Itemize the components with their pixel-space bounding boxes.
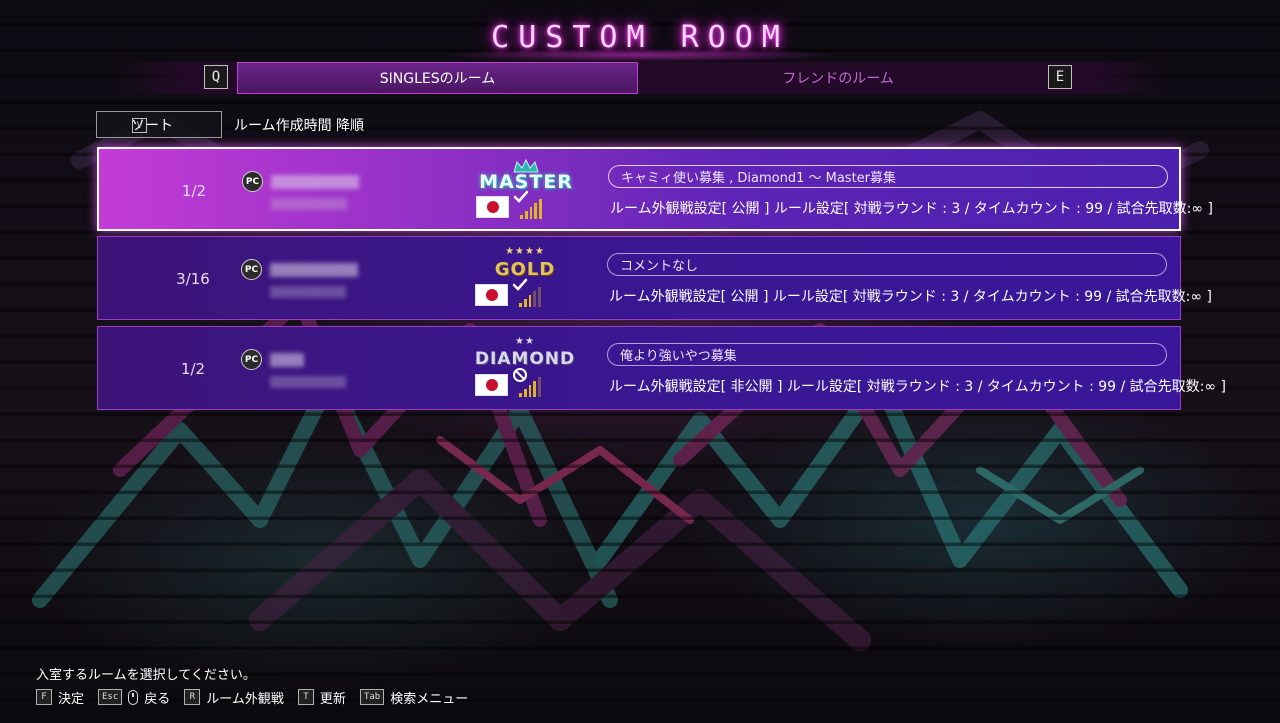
refresh-label: 更新 — [319, 691, 346, 707]
pc-platform-icon: PC — [241, 349, 262, 370]
spectate-label: ルーム外観戦 — [206, 691, 284, 707]
japan-flag-icon — [476, 196, 509, 218]
prev-tab-key[interactable]: Q — [204, 65, 228, 89]
blurred-player-name — [270, 263, 358, 277]
blurred-player-id — [270, 286, 346, 298]
signal-strength-icon — [520, 199, 542, 219]
blurred-player-name — [270, 353, 304, 367]
sort-key: V — [132, 118, 147, 133]
room-comment: コメントなし — [607, 253, 1167, 276]
rank-stars: ★★★★ — [505, 246, 545, 257]
back-label: 戻る — [144, 691, 171, 707]
search-menu-label: 検索メニュー — [390, 691, 469, 707]
player-count: 3/16 — [176, 270, 210, 288]
blurred-player-id — [270, 376, 346, 388]
sort-button[interactable]: ソート — [96, 111, 222, 138]
confirm-label: 決定 — [58, 691, 85, 707]
sort-value: ルーム作成時間 降順 — [234, 118, 365, 134]
mouse-icon — [128, 689, 139, 705]
player-count: 1/2 — [181, 182, 207, 200]
player-count: 1/2 — [180, 360, 206, 378]
signal-strength-icon — [519, 287, 541, 307]
footer-controls: F 決定 Esc 戻る R ルーム外観戦 T 更新 Tab 検索メニュー — [36, 687, 482, 707]
footer-hint: 入室するルームを選択してください。 — [36, 668, 256, 683]
back-control[interactable]: Esc 戻る — [98, 688, 170, 707]
search-menu-key: Tab — [359, 689, 385, 705]
back-key: Esc — [98, 689, 123, 705]
title-glow — [440, 48, 840, 62]
spectate-control[interactable]: R ルーム外観戦 — [184, 688, 284, 707]
blurred-player-id — [271, 198, 347, 210]
tab-friend-rooms[interactable]: フレンドのルーム — [638, 62, 1038, 94]
confirm-control[interactable]: F 決定 — [36, 688, 84, 707]
rank-stars: ★★ — [515, 336, 535, 347]
room-comment: キャミィ使い募集 , Diamond1 ～ Master募集 — [608, 165, 1168, 188]
refresh-control[interactable]: T 更新 — [297, 688, 346, 707]
blurred-player-name — [271, 175, 359, 189]
room-settings: ルーム外観戦設定[ 非公開 ] ルール設定[ 対戦ラウンド : 3 / タイムカ… — [609, 379, 1226, 395]
confirm-key: F — [36, 689, 52, 705]
room-settings: ルーム外観戦設定[ 公開 ] ルール設定[ 対戦ラウンド : 3 / タイムカウ… — [610, 201, 1213, 217]
japan-flag-icon — [475, 374, 508, 396]
search-menu-control[interactable]: Tab 検索メニュー — [359, 688, 469, 707]
room-row[interactable]: 1/2 PC MASTER キャミィ使い募集 , Diamond1 ～ Mast… — [97, 147, 1213, 231]
room-comment: 俺より強いやつ募集 — [607, 343, 1167, 366]
signal-strength-icon — [519, 377, 541, 397]
tab-singles-rooms[interactable]: SINGLESのルーム — [237, 62, 638, 94]
rank-badge: DIAMOND — [474, 349, 576, 369]
pc-platform-icon: PC — [241, 259, 262, 280]
refresh-key: T — [297, 689, 314, 705]
spectate-key: R — [184, 689, 201, 705]
next-tab-key[interactable]: E — [1048, 65, 1072, 89]
room-settings: ルーム外観戦設定[ 公開 ] ルール設定[ 対戦ラウンド : 3 / タイムカウ… — [609, 289, 1212, 305]
room-row[interactable]: 1/2 PC ★★ DIAMOND 俺より強いやつ募集 ルーム外観戦設定[ 非公… — [97, 326, 1226, 410]
japan-flag-icon — [475, 284, 508, 306]
room-row[interactable]: 3/16 PC ★★★★ GOLD コメントなし ルーム外観戦設定[ 公開 ] … — [97, 236, 1212, 320]
pc-platform-icon: PC — [242, 171, 263, 192]
